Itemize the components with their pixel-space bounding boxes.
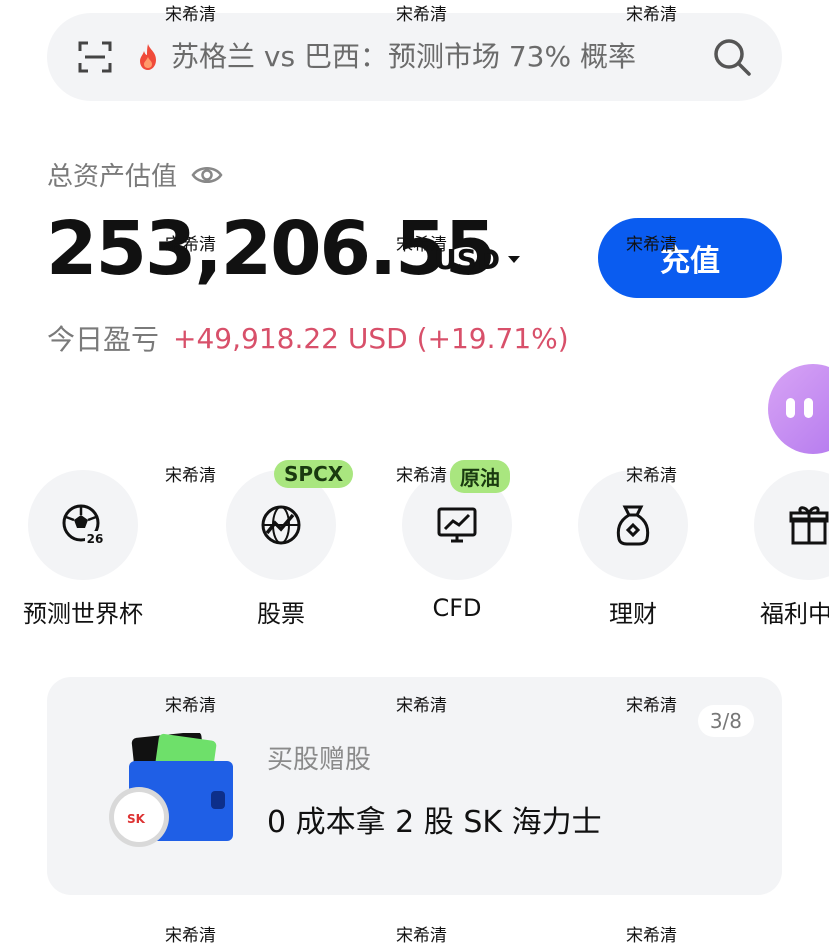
gift-icon — [789, 506, 829, 545]
fire-icon — [140, 44, 156, 70]
watermark: 宋希清 — [165, 466, 216, 486]
quick-menu-wealth[interactable]: 理财 — [568, 470, 698, 629]
svg-text:26: 26 — [87, 532, 104, 546]
watermark: 宋希清 — [165, 5, 216, 25]
globe-chart-icon — [261, 505, 301, 545]
promo-title: 0 成本拿 2 股 SK 海力士 — [267, 805, 602, 840]
watermark: 宋希清 — [165, 926, 216, 946]
quick-menu-label: CFD — [432, 594, 482, 622]
quick-menu-rewards[interactable]: 福利中心 — [744, 470, 829, 629]
wallet-icon: SK — [109, 733, 233, 847]
quick-menu-badge: 原油 — [450, 460, 510, 493]
quick-menu-label: 预测世界杯 — [23, 600, 143, 628]
scan-icon[interactable] — [77, 39, 113, 75]
watermark: 宋希清 — [396, 235, 447, 255]
daily-pnl-value: +49,918.22 USD (+19.71%) — [173, 321, 569, 355]
search-icon[interactable] — [712, 37, 752, 77]
quick-menu-world-cup[interactable]: 26 预测世界杯 — [18, 470, 148, 629]
quick-menu-stocks[interactable]: SPCX 股票 — [216, 460, 354, 629]
watermark: 宋希清 — [626, 235, 677, 255]
chevron-down-icon — [508, 256, 521, 263]
watermark: 宋希清 — [626, 5, 677, 25]
quick-menu-label: 理财 — [609, 600, 657, 628]
quick-menu-icon-circle — [754, 470, 829, 580]
watermark: 宋希清 — [396, 926, 447, 946]
assistant-eye-left — [786, 398, 795, 418]
quick-menu-label: 股票 — [257, 600, 305, 628]
search-query[interactable]: 苏格兰 vs 巴西：预测市场 73% 概率 — [171, 35, 701, 79]
watermark: 宋希清 — [396, 5, 447, 25]
watermark: 宋希清 — [165, 235, 216, 255]
quick-menu-badge: SPCX — [274, 460, 354, 488]
watermark: 宋希清 — [165, 696, 216, 716]
search-bar[interactable]: 苏格兰 vs 巴西：预测市场 73% 概率 — [47, 13, 782, 101]
watermark: 宋希清 — [626, 466, 677, 486]
svg-text:SK: SK — [127, 812, 146, 826]
watermark: 宋希清 — [396, 696, 447, 716]
money-bag-icon — [616, 505, 650, 546]
watermark: 宋希清 — [626, 696, 677, 716]
monitor-chart-icon — [437, 507, 477, 543]
total-assets-label: 总资产估值 — [47, 156, 223, 193]
eye-icon[interactable] — [191, 164, 223, 186]
total-assets-text: 总资产估值 — [47, 162, 178, 192]
promo-page-indicator: 3/8 — [697, 705, 754, 737]
promo-subtitle: 买股赠股 — [267, 745, 372, 775]
quick-menu-label: 福利中心 — [760, 600, 829, 628]
daily-pnl-label: 今日盈亏 — [47, 323, 160, 356]
soccer-ball-icon: 26 — [62, 504, 105, 546]
daily-pnl: 今日盈亏 +49,918.22 USD (+19.71%) — [47, 318, 569, 358]
quick-menu-icon-circle — [578, 470, 688, 580]
quick-menu-icon-circle: 26 — [28, 470, 138, 580]
assistant-eye-right — [804, 398, 813, 418]
quick-menu-cfd[interactable]: 原油 CFD — [392, 460, 522, 622]
watermark: 宋希清 — [626, 926, 677, 946]
watermark: 宋希清 — [396, 466, 447, 486]
assistant-bubble[interactable] — [768, 364, 829, 454]
app-home: 苏格兰 vs 巴西：预测市场 73% 概率 总资产估值 253,206.55 U… — [0, 0, 829, 951]
